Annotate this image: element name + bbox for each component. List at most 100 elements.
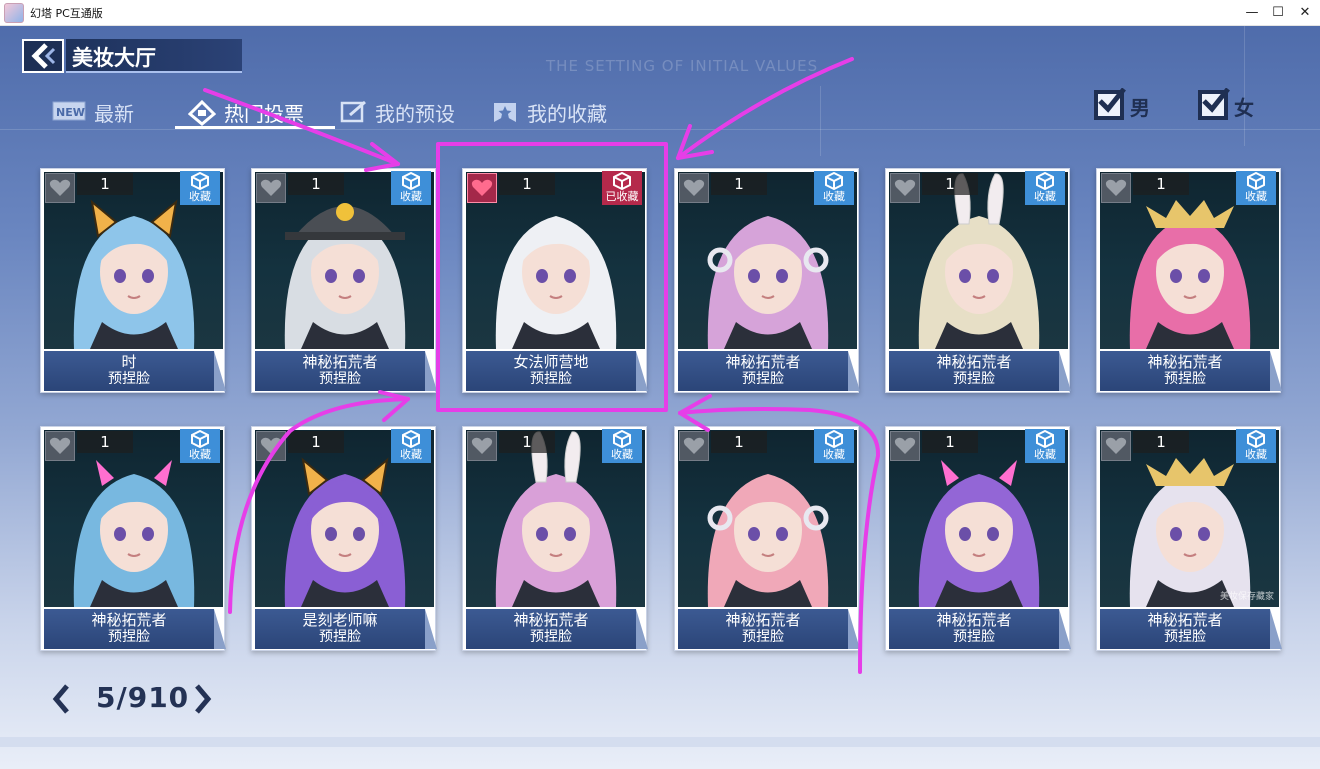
name-plate: 神秘拓荒者 预捏脸 <box>678 351 860 391</box>
preset-card[interactable]: 1 收藏 神秘拓荒者 预捏脸 美妆保存藏家 <box>1096 426 1282 651</box>
bg-caption: THE SETTING OF INITIAL VALUES <box>546 57 819 75</box>
preset-card[interactable]: 1 收藏 神秘拓荒者 预捏脸 <box>251 168 437 393</box>
preset-card[interactable]: 1 收藏 是刻老师嘛 预捏脸 <box>251 426 437 651</box>
preset-card[interactable]: 1 收藏 神秘拓荒者 预捏脸 <box>462 426 648 651</box>
preset-card[interactable]: 1 收藏 时 预捏脸 <box>40 168 226 393</box>
tab-my-presets-label: 我的预设 <box>375 102 455 126</box>
preset-type: 预捏脸 <box>108 629 150 645</box>
preset-card[interactable]: 1 收藏 神秘拓荒者 预捏脸 <box>885 426 1071 651</box>
checkmark-icon <box>1202 88 1230 113</box>
like-button[interactable] <box>256 431 286 461</box>
favorite-button[interactable]: 已收藏 <box>602 171 642 205</box>
game-viewport: THE SETTING OF INITIAL VALUES 美妆大厅 NEW 最… <box>0 26 1320 769</box>
chevron-left-icon <box>52 684 69 714</box>
preset-type: 预捏脸 <box>742 371 784 387</box>
name-plate: 神秘拓荒者 预捏脸 <box>889 351 1071 391</box>
tab-hot-vote[interactable]: 热门投票 <box>188 96 338 128</box>
favorite-label: 收藏 <box>189 448 211 461</box>
name-plate: 神秘拓荒者 预捏脸 <box>1100 609 1282 649</box>
favorite-button[interactable]: 收藏 <box>814 171 854 205</box>
heart-icon <box>260 179 282 196</box>
favorite-button[interactable]: 收藏 <box>1025 171 1065 205</box>
favorite-button[interactable]: 收藏 <box>391 429 431 463</box>
like-button[interactable] <box>679 431 709 461</box>
favorite-button[interactable]: 收藏 <box>180 171 220 205</box>
preset-type: 预捏脸 <box>953 629 995 645</box>
like-button[interactable] <box>256 173 286 203</box>
edit-icon <box>340 100 366 123</box>
tab-my-presets[interactable]: 我的预设 <box>340 96 470 128</box>
favorite-button[interactable]: 收藏 <box>391 171 431 205</box>
male-checkbox[interactable] <box>1094 88 1126 120</box>
bg-divider <box>0 129 1320 130</box>
filter-male[interactable]: 男 <box>1094 88 1164 124</box>
close-button[interactable]: ✕ <box>1289 0 1320 26</box>
preset-card[interactable]: 1 收藏 神秘拓荒者 预捏脸 <box>674 168 860 393</box>
favorite-label: 已收藏 <box>605 190 639 203</box>
preset-name: 神秘拓荒者 <box>936 611 1012 629</box>
like-count: 1 <box>499 173 555 195</box>
preset-type: 预捏脸 <box>530 629 572 645</box>
preset-type: 预捏脸 <box>953 371 995 387</box>
like-count: 1 <box>922 173 978 195</box>
name-plate: 神秘拓荒者 预捏脸 <box>678 609 860 649</box>
tab-newest[interactable]: NEW 最新 <box>52 96 172 128</box>
male-label: 男 <box>1130 96 1150 120</box>
like-button[interactable] <box>890 431 920 461</box>
preset-name: 神秘拓荒者 <box>725 611 801 629</box>
like-button[interactable] <box>467 173 497 203</box>
like-button[interactable] <box>679 173 709 203</box>
next-page-button[interactable] <box>192 682 214 716</box>
chevron-right-icon <box>195 684 212 714</box>
back-button[interactable] <box>22 39 64 73</box>
name-plate: 神秘拓荒者 预捏脸 <box>44 609 226 649</box>
like-button[interactable] <box>45 431 75 461</box>
female-checkbox[interactable] <box>1198 88 1230 120</box>
like-count: 1 <box>499 431 555 453</box>
like-button[interactable] <box>467 431 497 461</box>
preset-name: 神秘拓荒者 <box>936 353 1012 371</box>
like-count: 1 <box>1133 173 1189 195</box>
favorite-button[interactable]: 收藏 <box>814 429 854 463</box>
like-count: 1 <box>711 173 767 195</box>
heart-icon <box>683 437 705 454</box>
new-badge-text: NEW <box>56 106 85 119</box>
favorite-label: 收藏 <box>400 190 422 203</box>
favorite-button[interactable]: 收藏 <box>602 429 642 463</box>
like-button[interactable] <box>1101 431 1131 461</box>
like-count: 1 <box>711 431 767 453</box>
favorite-button[interactable]: 收藏 <box>180 429 220 463</box>
bg-divider <box>1244 26 1245 146</box>
filter-female[interactable]: 女 <box>1198 88 1268 124</box>
like-count: 1 <box>288 173 344 195</box>
page-indicator: 5/910 <box>96 681 190 714</box>
star-icon <box>494 103 516 122</box>
preset-name: 神秘拓荒者 <box>91 611 167 629</box>
favorite-label: 收藏 <box>189 190 211 203</box>
favorite-button[interactable]: 收藏 <box>1236 429 1276 463</box>
favorite-label: 收藏 <box>1034 190 1056 203</box>
bottom-strip <box>0 737 1320 747</box>
name-plate: 女法师营地 预捏脸 <box>466 351 648 391</box>
name-plate: 神秘拓荒者 预捏脸 <box>889 609 1071 649</box>
preset-card[interactable]: 1 收藏 神秘拓荒者 预捏脸 <box>40 426 226 651</box>
preset-name: 时 <box>121 353 137 371</box>
favorite-button[interactable]: 收藏 <box>1236 171 1276 205</box>
tab-my-favorites[interactable]: 我的收藏 <box>492 96 622 128</box>
heart-icon <box>683 179 705 196</box>
preset-card[interactable]: 1 收藏 神秘拓荒者 预捏脸 <box>885 168 1071 393</box>
active-tab-underline <box>175 126 335 129</box>
checkmark-icon <box>1098 88 1126 113</box>
favorite-button[interactable]: 收藏 <box>1025 429 1065 463</box>
preset-type: 预捏脸 <box>108 371 150 387</box>
prev-page-button[interactable] <box>50 682 72 716</box>
like-count: 1 <box>288 431 344 453</box>
preset-name: 女法师营地 <box>513 353 589 371</box>
like-button[interactable] <box>45 173 75 203</box>
like-button[interactable] <box>1101 173 1131 203</box>
preset-card[interactable]: 1 已收藏 女法师营地 预捏脸 <box>462 168 648 393</box>
preset-card[interactable]: 1 收藏 神秘拓荒者 预捏脸 <box>674 426 860 651</box>
preset-card[interactable]: 1 收藏 神秘拓荒者 预捏脸 <box>1096 168 1282 393</box>
like-button[interactable] <box>890 173 920 203</box>
vote-icon <box>188 100 216 126</box>
